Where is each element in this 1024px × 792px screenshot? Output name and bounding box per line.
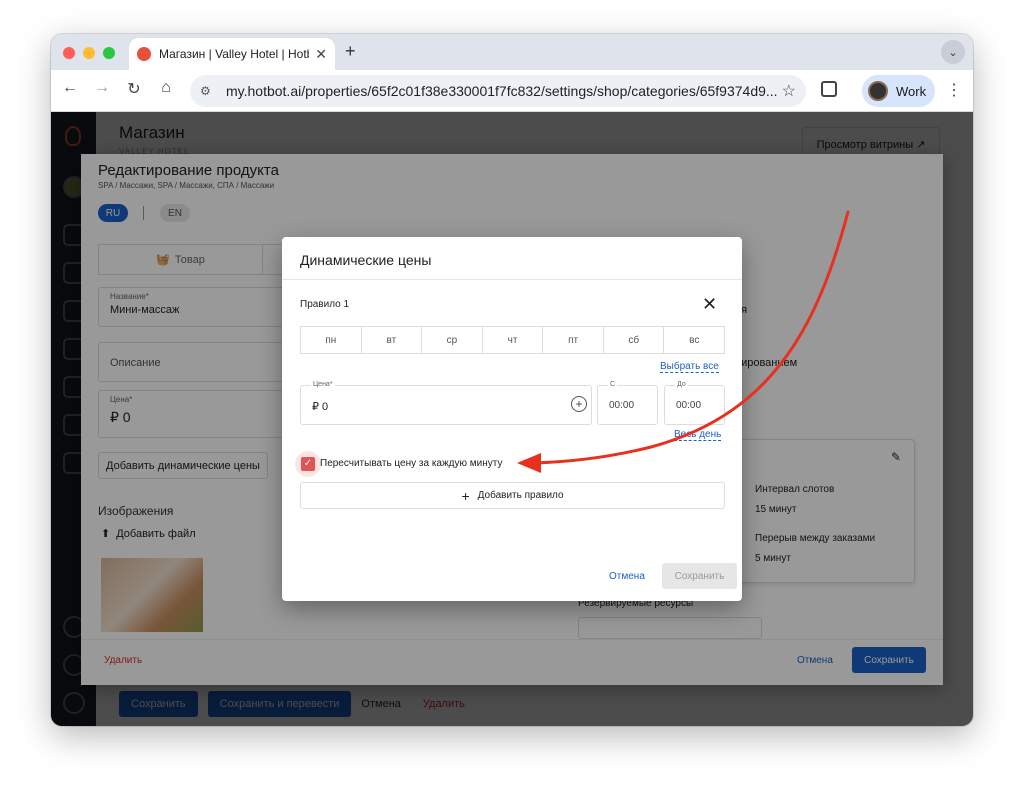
browser-menu-icon[interactable]: ⋮ xyxy=(946,80,962,100)
dynamic-prices-dialog: Динамические цены Правило 1 ✕ пн вт ср ч… xyxy=(282,237,742,601)
time-to-input[interactable]: До 00:00 xyxy=(664,381,725,425)
select-all-link[interactable]: Выбрать все xyxy=(660,361,719,373)
back-icon[interactable]: ← xyxy=(58,79,82,97)
tab-close-icon[interactable]: ✕ xyxy=(315,46,327,63)
add-rule-label: Добавить правило xyxy=(477,490,564,501)
rule-label: Правило 1 xyxy=(300,299,350,310)
close-icon[interactable]: ✕ xyxy=(702,295,717,313)
all-day-link[interactable]: Весь день xyxy=(674,429,722,441)
dialog-title: Динамические цены xyxy=(300,252,432,268)
day-wed[interactable]: ср xyxy=(422,327,483,353)
maximize-window-button[interactable] xyxy=(103,47,115,59)
tab-strip: Магазин | Valley Hotel | Hotbot ✕ + ⌄ xyxy=(51,34,973,70)
add-rule-button[interactable]: + Добавить правило xyxy=(300,482,725,509)
url-text[interactable]: my.hotbot.ai/properties/65f2c01f38e33000… xyxy=(226,83,782,99)
close-window-button[interactable] xyxy=(63,47,75,59)
day-mon[interactable]: пн xyxy=(301,327,362,353)
extensions-icon[interactable] xyxy=(821,81,837,97)
time-to-label: До xyxy=(675,381,688,388)
time-from-input[interactable]: С 00:00 xyxy=(597,381,658,425)
hotbot-favicon-icon xyxy=(137,47,151,61)
day-thu[interactable]: чт xyxy=(483,327,544,353)
page-viewport: Магазин VALLEY HOTEL Просмотр витрины ↗ … xyxy=(51,112,973,726)
day-sat[interactable]: сб xyxy=(604,327,665,353)
reload-icon[interactable]: ↻ xyxy=(122,79,146,99)
home-icon[interactable]: ⌂ xyxy=(154,79,178,97)
add-circle-icon[interactable]: + xyxy=(571,396,587,412)
minimize-window-button[interactable] xyxy=(83,47,95,59)
recalc-checkbox[interactable]: ✓ xyxy=(301,457,315,471)
time-to-value: 00:00 xyxy=(676,400,702,411)
profile-button[interactable]: Work xyxy=(862,75,935,107)
browser-tab[interactable]: Магазин | Valley Hotel | Hotbot ✕ xyxy=(129,38,335,70)
weekday-selector: пн вт ср чт пт сб вс xyxy=(300,326,725,354)
forward-icon[interactable]: → xyxy=(90,79,114,97)
dialog-divider xyxy=(282,279,742,280)
time-from-value: 00:00 xyxy=(609,400,635,411)
day-tue[interactable]: вт xyxy=(362,327,423,353)
dialog-cancel-button[interactable]: Отмена xyxy=(609,571,645,582)
new-tab-button[interactable]: + xyxy=(345,41,356,62)
tab-search-button[interactable]: ⌄ xyxy=(941,40,965,64)
plus-icon: + xyxy=(461,487,470,504)
address-bar[interactable]: ⚙ my.hotbot.ai/properties/65f2c01f38e330… xyxy=(190,75,806,107)
recalc-checkbox-label[interactable]: Пересчитывать цену за каждую минуту xyxy=(320,458,502,469)
day-fri[interactable]: пт xyxy=(543,327,604,353)
avatar xyxy=(868,81,888,101)
site-info-icon[interactable]: ⚙ xyxy=(200,84,220,98)
profile-name: Work xyxy=(896,83,927,99)
dialog-save-button[interactable]: Сохранить xyxy=(662,563,737,589)
rule-price-input[interactable]: Цена* ₽ 0 + xyxy=(300,381,592,425)
time-from-label: С xyxy=(608,381,618,388)
rule-price-label: Цена* xyxy=(311,381,335,388)
rule-price-value: ₽ 0 xyxy=(312,401,329,413)
bookmark-star-icon[interactable]: ☆ xyxy=(782,81,796,101)
day-sun[interactable]: вс xyxy=(664,327,724,353)
browser-window: Магазин | Valley Hotel | Hotbot ✕ + ⌄ ← … xyxy=(51,34,973,726)
browser-toolbar: ← → ↻ ⌂ ⚙ my.hotbot.ai/properties/65f2c0… xyxy=(51,70,973,112)
tab-title: Магазин | Valley Hotel | Hotbot xyxy=(159,47,310,61)
